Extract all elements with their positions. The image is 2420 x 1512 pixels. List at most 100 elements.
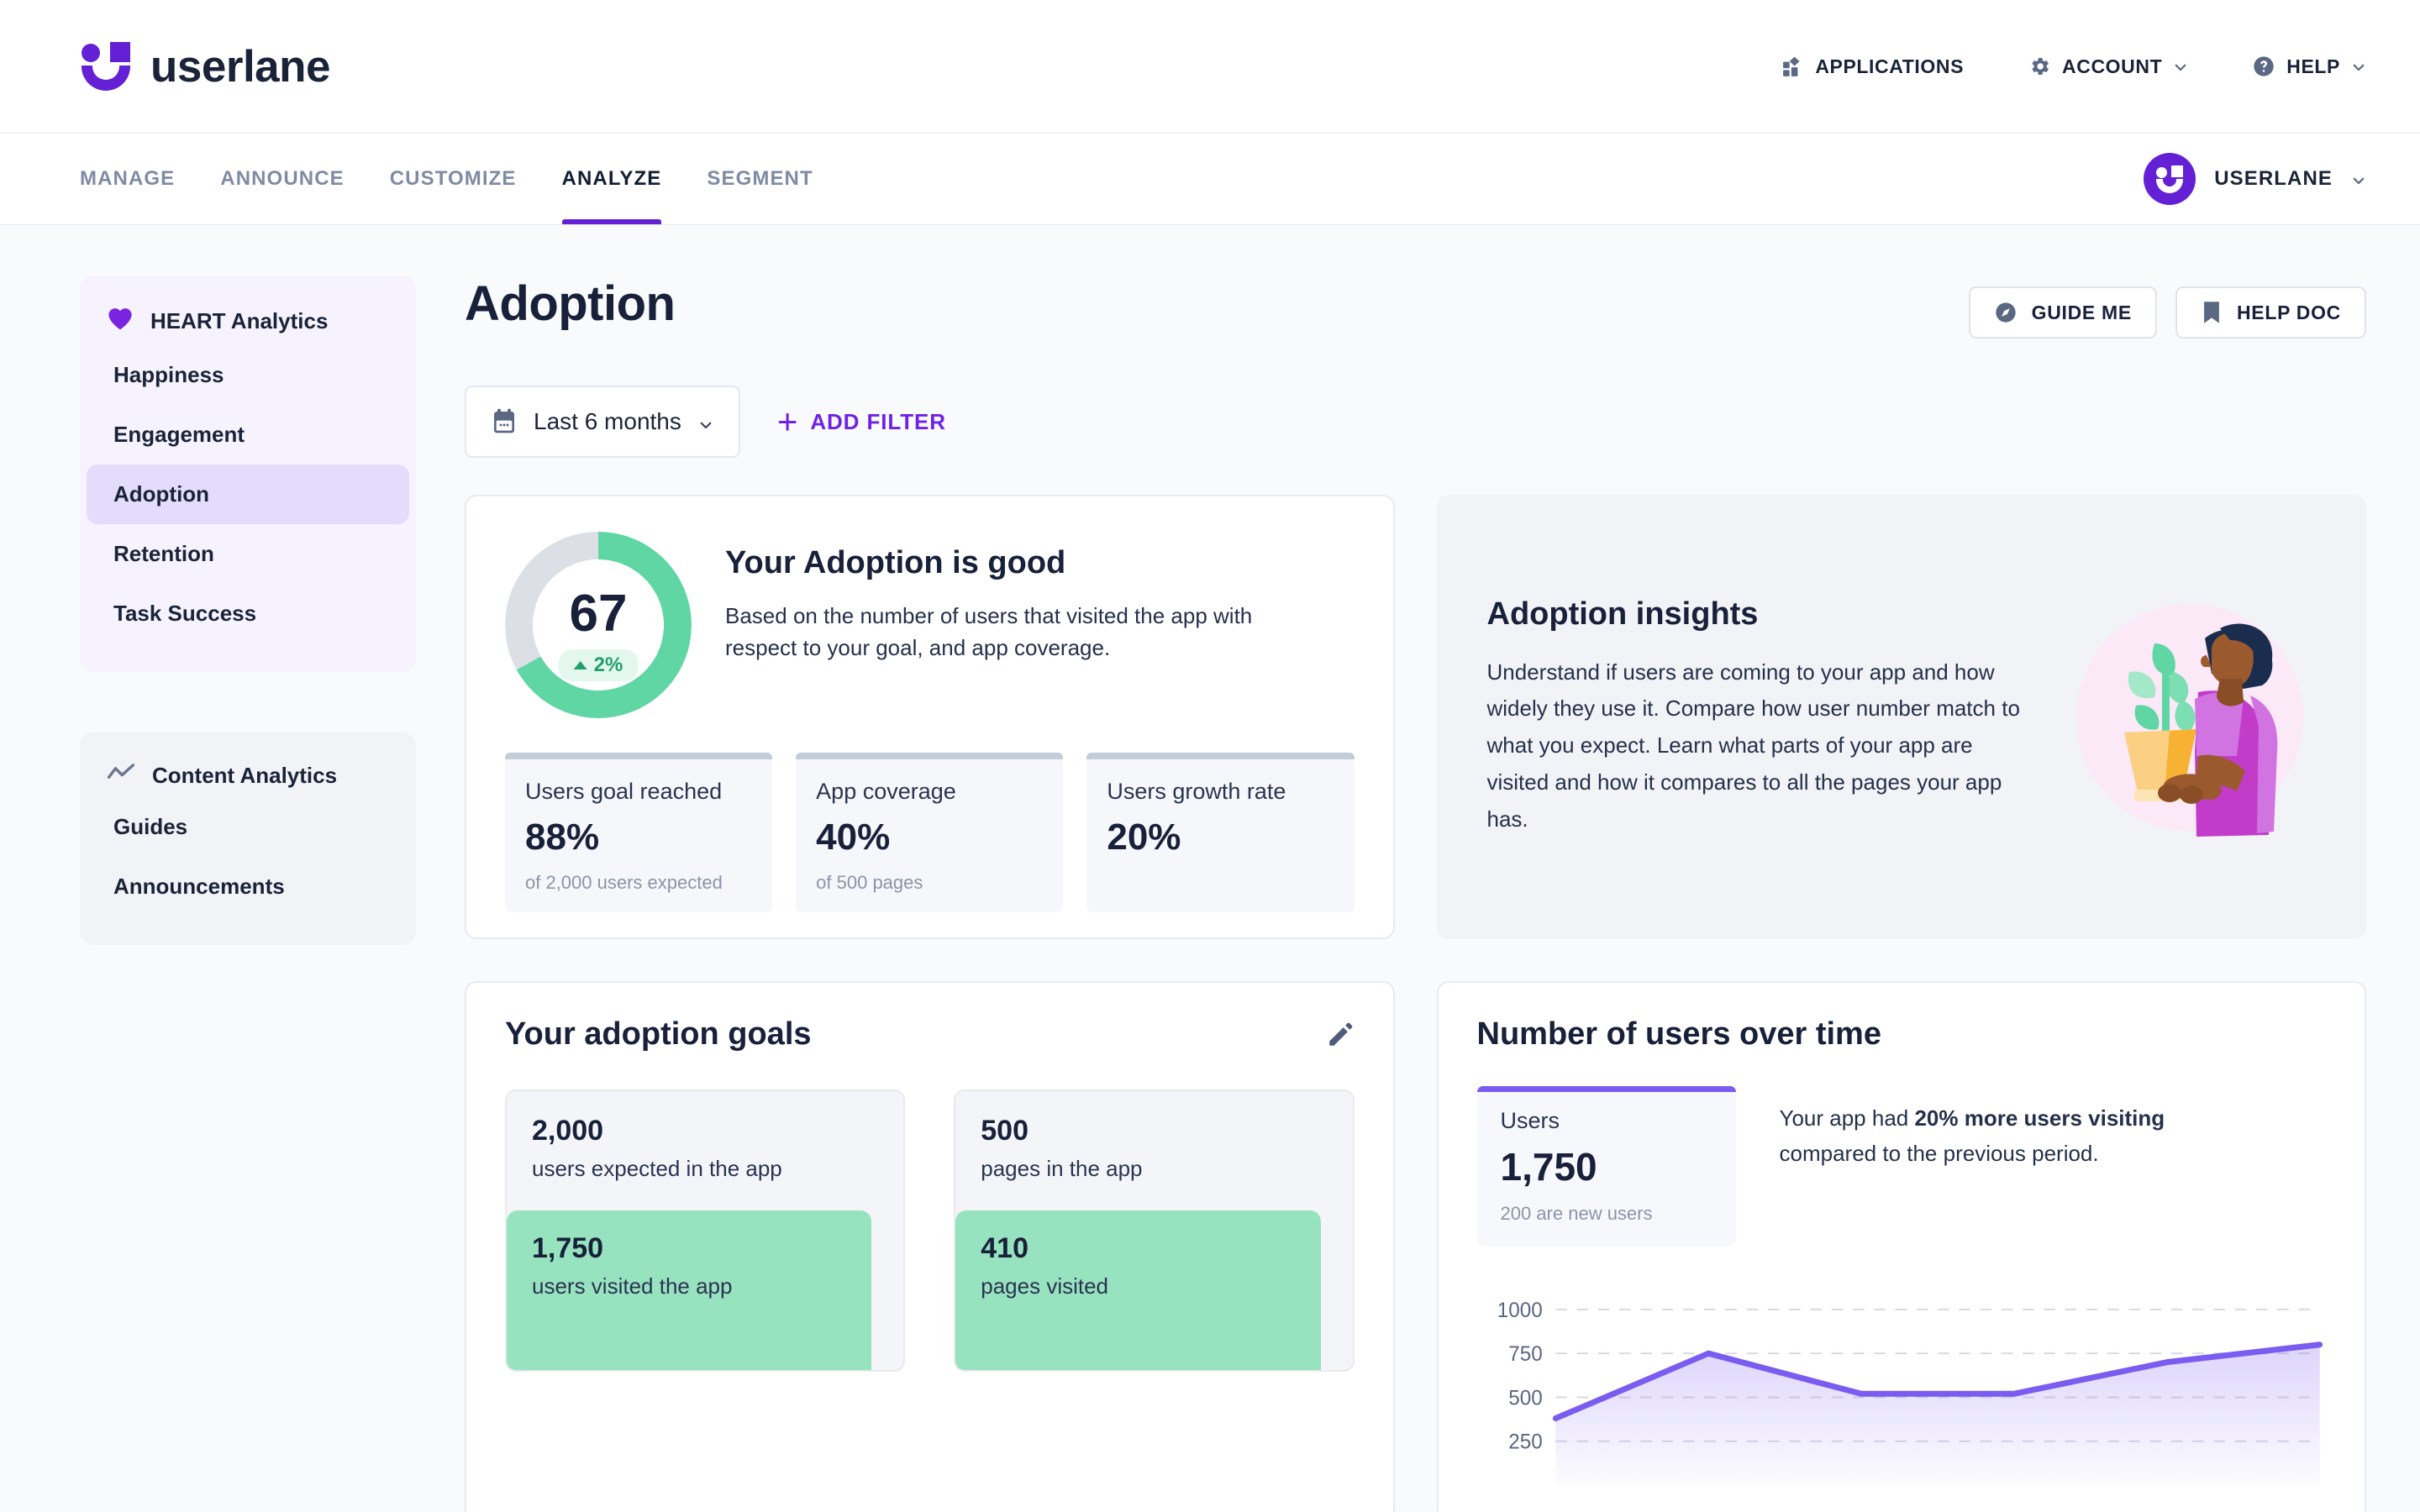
sidebar: HEART Analytics Happiness Engagement Ado… [80,276,416,1512]
account-switcher[interactable]: USERLANE [2144,153,2366,205]
tab-analyze[interactable]: ANALYZE [539,134,685,224]
chart-svg: 1000750500250 [1477,1277,2327,1512]
adoption-stats-row: Users goal reached 88% of 2,000 users ex… [505,757,1355,912]
insights-heading: Adoption insights [1487,596,2048,633]
adoption-score-heading: Your Adoption is good [725,545,1271,581]
add-filter-label: ADD FILTER [810,409,946,435]
goal-actual-value: 1,750 [532,1232,846,1265]
chevron-down-icon [2351,59,2366,74]
main-navigation: MANAGE ANNOUNCE CUSTOMIZE ANALYZE SEGMEN… [0,133,2420,225]
note-suffix: compared to the previous period. [1780,1141,2099,1166]
avatar [2144,153,2196,205]
goal-actual-bar: 1,750 users visited the app [507,1210,871,1370]
tab-manage[interactable]: MANAGE [80,134,197,224]
triangle-up-icon [574,661,587,669]
sidebar-item-guides[interactable]: Guides [87,797,409,857]
bookmark-icon [2201,301,2223,324]
y-axis-tick-label: 750 [1508,1343,1542,1366]
tab-label: SEGMENT [707,167,813,191]
adoption-insights-card: Adoption insights Understand if users ar… [1437,495,2367,939]
goal-target-value: 2,000 [532,1115,878,1147]
sidebar-group-title: Content Analytics [80,744,416,797]
help-menu[interactable]: HELP [2252,55,2366,78]
sidebar-item-adoption[interactable]: Adoption [87,465,409,524]
users-metric-box: Users 1,750 200 are new users [1477,1086,1736,1247]
goal-actual-caption: users visited the app [532,1273,846,1299]
tab-customize[interactable]: CUSTOMIZE [367,134,539,224]
heart-icon [107,306,134,337]
stat-sub: of 500 pages [816,872,1043,894]
adoption-goals-card: Your adoption goals 2,000 us [465,981,1395,1512]
help-circle-icon [2252,55,2275,78]
users-metric-label: Users [1501,1108,1712,1134]
dashboard-grid: 67 2% Your Adoption is good Based on the… [465,495,2366,1512]
stat-value: 40% [816,816,1043,858]
y-axis-tick-label: 1000 [1497,1299,1542,1322]
group-label: HEART Analytics [150,308,328,334]
sidebar-item-announcements[interactable]: Announcements [87,857,409,916]
chevron-down-icon [2173,59,2188,74]
page-header: Adoption GUIDE ME [465,276,2366,339]
chevron-down-icon [698,414,713,429]
date-range-select[interactable]: Last 6 months [465,386,740,458]
stat-app-coverage: App coverage 40% of 500 pages [796,757,1063,912]
pencil-icon[interactable] [1326,1021,1355,1049]
sidebar-item-happiness[interactable]: Happiness [87,345,409,405]
sidebar-group-title: HEART Analytics [80,287,416,345]
tab-announce[interactable]: ANNOUNCE [197,134,366,224]
goal-columns: 2,000 users expected in the app 1,750 us… [505,1089,1355,1372]
guide-me-button[interactable]: GUIDE ME [1969,286,2157,339]
group-label: Content Analytics [152,763,337,789]
insights-body: Understand if users are coming to your a… [1487,654,2025,837]
users-metric-sub: 200 are new users [1501,1203,1712,1225]
y-axis-tick-label: 500 [1508,1387,1542,1410]
users-over-time-card: Number of users over time Users 1,750 20… [1437,981,2367,1512]
sidebar-item-label: Retention [113,541,214,566]
guide-me-label: GUIDE ME [2032,302,2132,324]
adoption-score-description: Based on the number of users that visite… [725,600,1271,664]
account-menu[interactable]: ACCOUNT [2028,55,2188,78]
sidebar-item-label: Task Success [113,601,256,626]
users-comparison-note: Your app had 20% more users visiting com… [1780,1086,2250,1171]
sidebar-item-engagement[interactable]: Engagement [87,405,409,465]
sidebar-item-retention[interactable]: Retention [87,524,409,584]
stat-label: Users growth rate [1107,779,1334,805]
tab-segment[interactable]: SEGMENT [684,134,835,224]
adoption-score-value: 67 [505,584,692,643]
filter-bar: Last 6 months + ADD FILTER [465,386,2366,458]
help-label: HELP [2286,55,2340,78]
goals-heading: Your adoption goals [505,1016,812,1053]
sidebar-group-heart-analytics: HEART Analytics Happiness Engagement Ado… [80,276,416,672]
sidebar-group-content-analytics: Content Analytics Guides Announcements [80,732,416,945]
goal-target-caption: pages in the app [981,1156,1327,1182]
stat-value: 20% [1107,816,1334,858]
sidebar-item-label: Happiness [113,362,224,387]
goal-actual-caption: pages visited [981,1273,1295,1299]
nav-tabs: MANAGE ANNOUNCE CUSTOMIZE ANALYZE SEGMEN… [80,134,836,224]
help-doc-button[interactable]: HELP DOC [2175,286,2366,339]
date-range-value: Last 6 months [534,408,681,435]
goal-actual-bar: 410 pages visited [955,1210,1320,1370]
goal-column-users: 2,000 users expected in the app 1,750 us… [505,1089,905,1372]
adoption-score-delta: 2% [559,649,639,681]
compass-icon [1994,301,2018,324]
adoption-score-card: 67 2% Your Adoption is good Based on the… [465,495,1395,939]
top-header: userlane APPLICATIONS [0,0,2420,133]
users-metric-value: 1,750 [1501,1144,1712,1189]
page-title: Adoption [465,276,675,332]
tab-label: ANALYZE [562,167,662,191]
userlane-logo-icon [80,40,132,92]
person-holding-plant-illustration [2064,591,2316,843]
userlane-logo[interactable]: userlane [80,40,330,92]
header-actions: APPLICATIONS ACCOUNT [1782,55,2366,78]
goal-actual-value: 410 [981,1232,1295,1265]
goal-target-caption: users expected in the app [532,1156,878,1182]
stat-label: App coverage [816,779,1043,805]
sidebar-item-label: Guides [113,814,187,839]
account-label: ACCOUNT [2062,55,2162,78]
applications-menu[interactable]: APPLICATIONS [1782,55,1964,78]
sidebar-item-task-success[interactable]: Task Success [87,584,409,643]
calendar-icon [492,408,517,435]
gear-icon [2028,55,2051,78]
add-filter-button[interactable]: + ADD FILTER [764,409,960,435]
